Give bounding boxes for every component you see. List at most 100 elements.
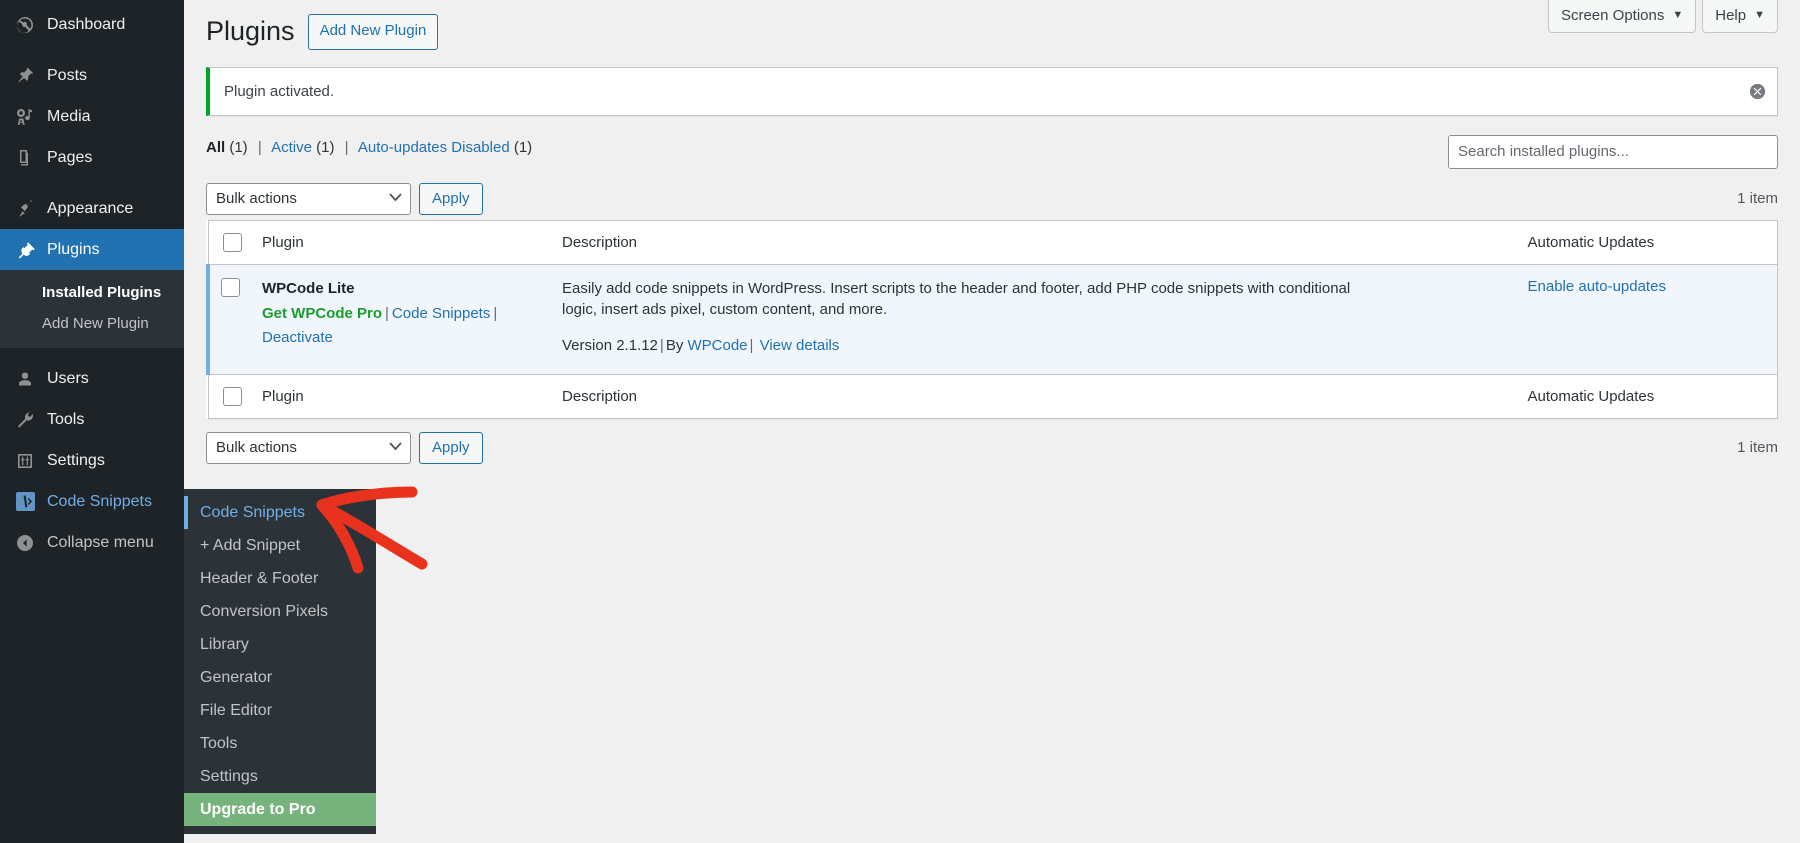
flyout-item-conversion-pixels[interactable]: Conversion Pixels: [184, 595, 376, 628]
plugin-search-box: [1448, 134, 1778, 169]
column-header-plugin: Plugin: [252, 220, 552, 265]
apply-button-bottom[interactable]: Apply: [419, 431, 483, 464]
filter-active-label[interactable]: Active: [271, 139, 312, 156]
deactivate-link[interactable]: Deactivate: [262, 329, 333, 346]
plugins-table-foot: Plugin Description Automatic Updates: [208, 373, 1778, 418]
code-snippets-link[interactable]: Code Snippets: [392, 305, 490, 322]
sidebar-item-label: Media: [47, 107, 91, 125]
sidebar-item-media[interactable]: Media: [0, 96, 184, 137]
column-footer-plugin: Plugin: [252, 373, 552, 418]
plugins-submenu: Installed Plugins Add New Plugin: [0, 270, 184, 348]
bulk-actions-select-wrapper-top: Bulk actions: [206, 182, 411, 215]
sidebar-item-dashboard[interactable]: Dashboard: [0, 4, 184, 45]
column-footer-automatic-updates: Automatic Updates: [1517, 373, 1778, 418]
sidebar-item-tools[interactable]: Tools: [0, 399, 184, 440]
code-snippets-icon: [12, 489, 38, 515]
plugins-plug-icon: [12, 237, 38, 263]
plugin-title-cell: WPCode Lite Get WPCode Pro | Code Snippets…: [252, 264, 552, 375]
submenu-item-add-new-plugin[interactable]: Add New Plugin: [0, 308, 184, 339]
plugins-table-body: WPCode Lite Get WPCode Pro | Code Snippets…: [206, 264, 1778, 375]
enable-auto-updates-link[interactable]: Enable auto-updates: [1528, 278, 1666, 295]
dismiss-circle-x-icon[interactable]: [1747, 81, 1767, 101]
filter-active[interactable]: Active (1): [271, 139, 339, 156]
sidebar-item-appearance[interactable]: Appearance: [0, 188, 184, 229]
flyout-item-settings[interactable]: Settings: [184, 760, 376, 793]
flyout-item-generator[interactable]: Generator: [184, 661, 376, 694]
by-label: By: [665, 337, 684, 354]
sidebar-item-code-snippets[interactable]: Code Snippets: [0, 481, 192, 522]
flyout-item-tools[interactable]: Tools: [184, 727, 376, 760]
code-snippets-flyout-submenu: Code Snippets + Add Snippet Header & Foo…: [184, 489, 376, 834]
sidebar-item-label: Pages: [47, 148, 93, 166]
collapse-arrow-icon: [12, 530, 38, 556]
displaying-num-bottom: 1 item: [1737, 439, 1778, 456]
bulk-actions-select-top[interactable]: Bulk actions: [206, 182, 411, 215]
admin-sidebar-menu: Dashboard Posts Media Pages Appearance P…: [0, 0, 192, 843]
filter-all-label: All: [206, 138, 226, 156]
screen-options-label: Screen Options: [1560, 7, 1665, 24]
meta-separator: |: [749, 337, 754, 354]
filter-and-search-row: All (1) | Active (1) | Auto-updates Disa…: [206, 134, 1778, 169]
plugin-status-filters: All (1) | Active (1) | Auto-updates Disa…: [206, 135, 532, 156]
help-button[interactable]: Help ▼: [1702, 0, 1778, 33]
bulk-actions-group-top: Bulk actions Apply: [206, 182, 483, 215]
flyout-item-file-editor[interactable]: File Editor: [184, 694, 376, 727]
sidebar-item-label: Users: [47, 369, 89, 387]
bulk-actions-select-bottom[interactable]: Bulk actions: [206, 431, 411, 464]
plugin-meta-line: Version 2.1.12 | By WPCode | View details: [562, 335, 1508, 358]
notice-text: Plugin activated.: [224, 82, 335, 100]
sidebar-item-collapse-menu[interactable]: Collapse menu: [0, 522, 184, 563]
column-footer-description: Description: [552, 373, 1518, 418]
screen-options-button[interactable]: Screen Options ▼: [1547, 0, 1697, 33]
page-header: Plugins Add New Plugin: [206, 0, 1778, 50]
sidebar-item-plugins[interactable]: Plugins: [0, 229, 192, 270]
media-icon: [12, 104, 38, 130]
plugin-author-link[interactable]: WPCode: [688, 337, 748, 354]
sidebar-item-users[interactable]: Users: [0, 358, 184, 399]
main-content-area: Screen Options ▼ Help ▼ Plugins Add New …: [184, 0, 1800, 843]
add-new-plugin-button[interactable]: Add New Plugin: [307, 14, 439, 50]
select-all-checkbox-top[interactable]: [222, 232, 242, 252]
plugin-activated-notice: Plugin activated.: [206, 66, 1778, 116]
flyout-item-add-snippet[interactable]: + Add Snippet: [184, 529, 376, 562]
select-all-checkbox-bottom[interactable]: [222, 386, 242, 406]
plugin-row-actions: Get WPCode Pro | Code Snippets | Deactivate: [262, 302, 542, 350]
plugins-table: Plugin Description Automatic Updates WPC…: [206, 219, 1778, 419]
submenu-item-installed-plugins[interactable]: Installed Plugins: [0, 277, 184, 308]
bulk-actions-group-bottom: Bulk actions Apply: [206, 431, 483, 464]
flyout-item-library[interactable]: Library: [184, 628, 376, 661]
sidebar-item-label: Tools: [47, 410, 85, 428]
select-all-footer: [208, 373, 252, 418]
flyout-item-upgrade-to-pro[interactable]: Upgrade to Pro: [184, 793, 376, 826]
sidebar-item-label: Posts: [47, 66, 88, 84]
tools-wrench-icon: [12, 407, 38, 433]
plugin-version: Version 2.1.12: [562, 337, 658, 354]
settings-sliders-icon: [12, 448, 38, 474]
sidebar-item-settings[interactable]: Settings: [0, 440, 184, 481]
row-checkbox-cell: [206, 264, 252, 375]
apply-button-top[interactable]: Apply: [419, 182, 483, 215]
pin-icon: [12, 63, 38, 89]
table-header-row: Plugin Description Automatic Updates: [208, 220, 1778, 265]
get-wpcode-pro-link[interactable]: Get WPCode Pro: [262, 305, 382, 322]
filter-all[interactable]: All (1): [206, 139, 252, 156]
flyout-item-code-snippets[interactable]: Code Snippets: [184, 496, 376, 529]
dashboard-icon: [12, 12, 38, 38]
row-checkbox-wpcode-lite[interactable]: [221, 277, 240, 297]
filter-autoupdates-disabled[interactable]: Auto-updates Disabled (1): [358, 139, 532, 156]
tablenav-bottom: Bulk actions Apply 1 item: [206, 430, 1778, 466]
plugin-description: Easily add code snippets in WordPress. I…: [562, 279, 1351, 319]
filter-autoupdates-label[interactable]: Auto-updates Disabled: [358, 139, 510, 156]
sidebar-item-posts[interactable]: Posts: [0, 55, 184, 96]
column-header-description: Description: [552, 220, 1518, 265]
automatic-updates-cell: Enable auto-updates: [1517, 264, 1778, 375]
wordpress-admin-screen: Dashboard Posts Media Pages Appearance P…: [0, 0, 1800, 843]
sidebar-item-label: Dashboard: [47, 15, 126, 33]
flyout-item-header-footer[interactable]: Header & Footer: [184, 562, 376, 595]
meta-separator: |: [659, 337, 664, 354]
sidebar-item-pages[interactable]: Pages: [0, 137, 184, 178]
action-separator: |: [385, 304, 389, 322]
users-icon: [12, 366, 38, 392]
search-input[interactable]: [1448, 134, 1778, 169]
view-details-link[interactable]: View details: [760, 337, 840, 354]
